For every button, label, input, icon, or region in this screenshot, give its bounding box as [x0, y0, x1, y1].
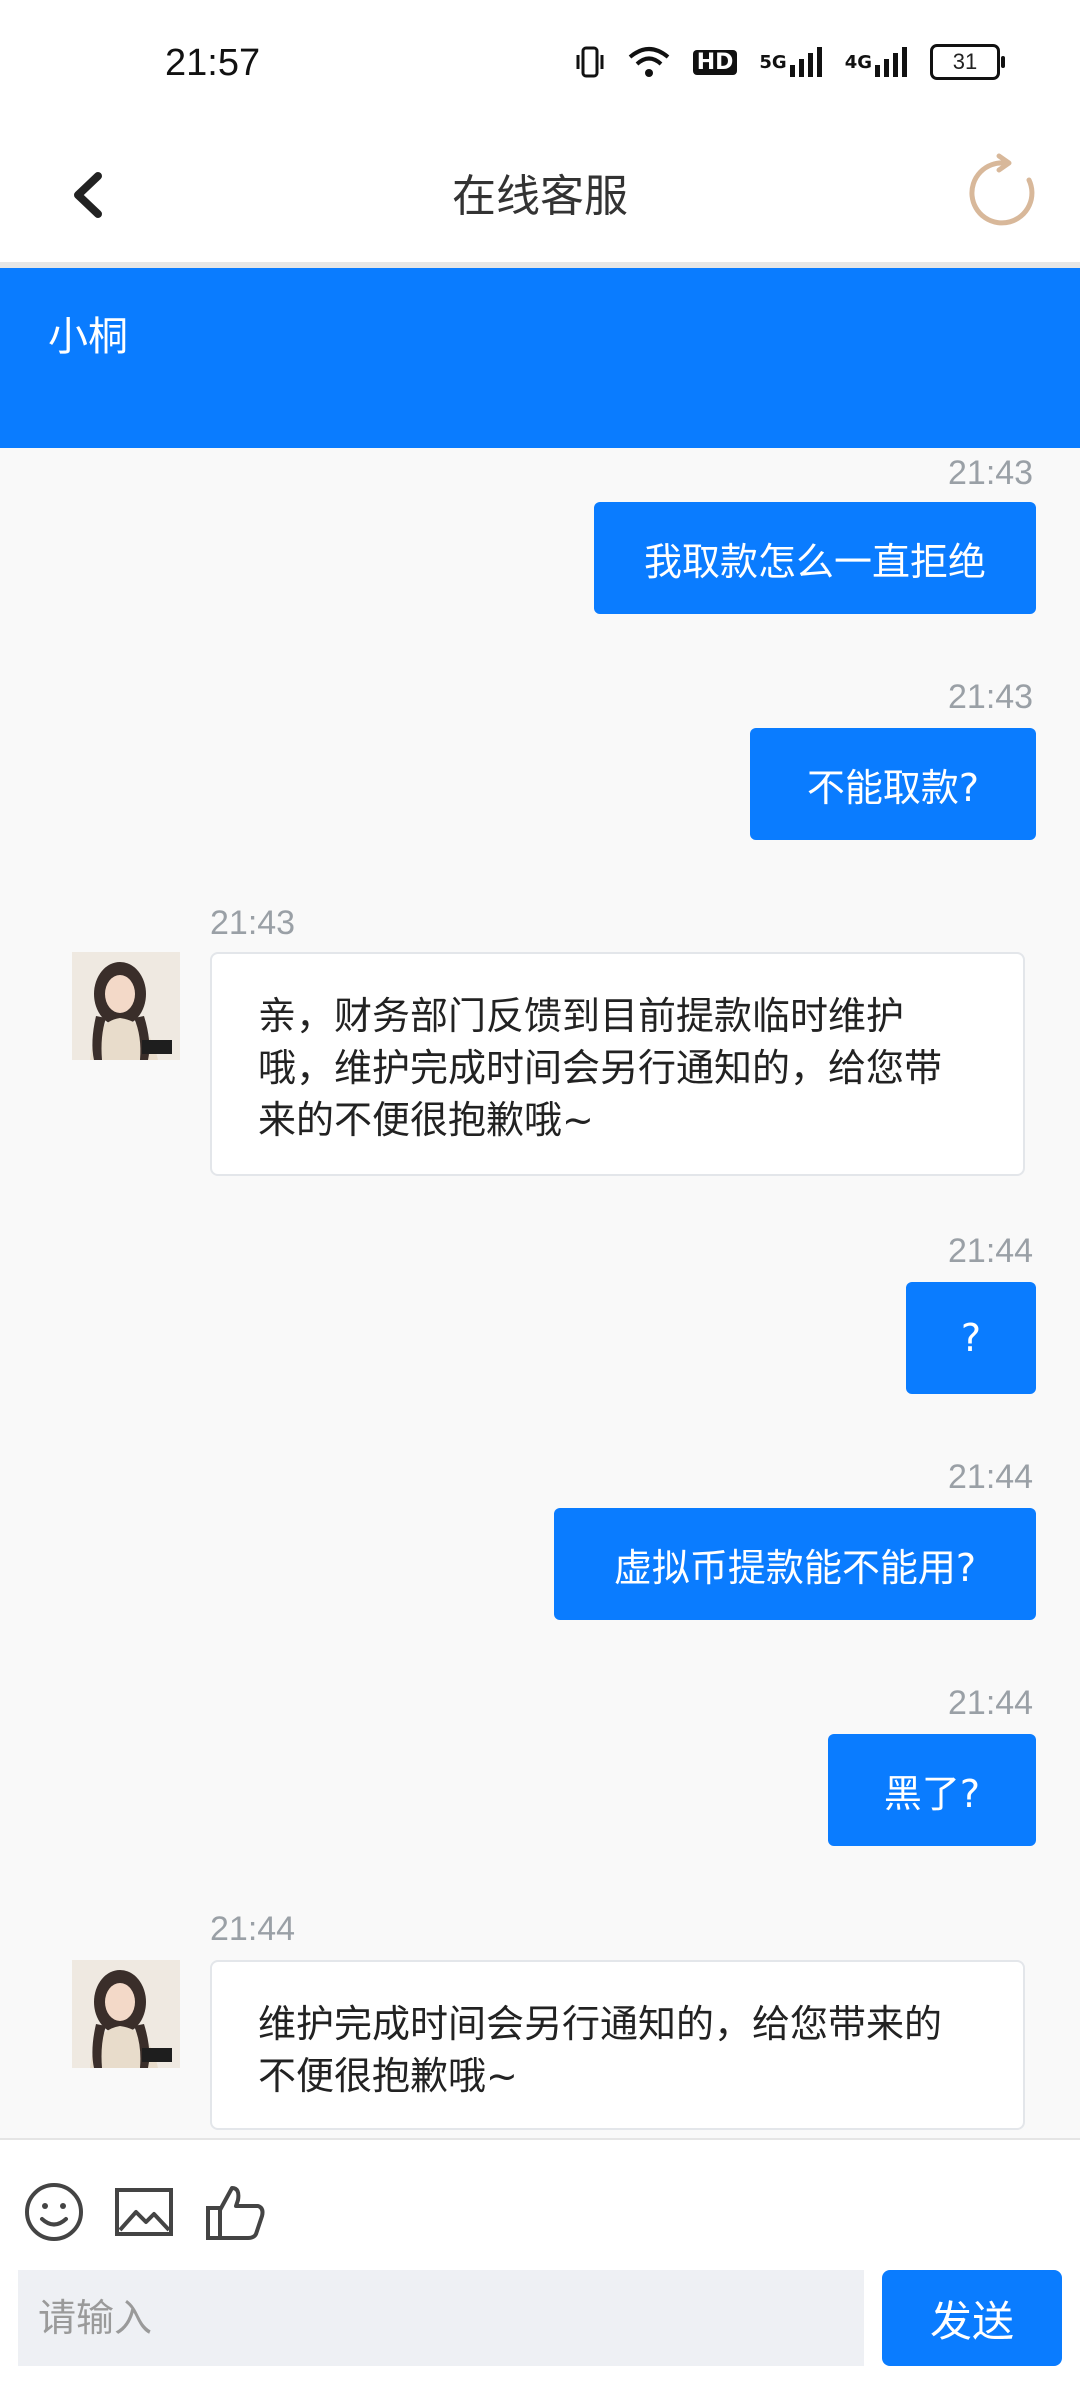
signal-5g-icon: 5G: [759, 45, 822, 79]
agent-name: 小桐: [48, 314, 128, 360]
composer: 发送: [0, 2138, 1080, 2402]
emoji-icon: [25, 2183, 83, 2241]
image-button[interactable]: [112, 2180, 176, 2244]
refresh-icon: [969, 153, 1035, 226]
message-time: 21:43: [210, 904, 296, 942]
message-line: 来的不便很抱歉哦~: [258, 1098, 594, 1142]
message-time: 21:44: [948, 1458, 1034, 1496]
status-icons: HD 5G 4G 31: [575, 44, 1005, 80]
message-line: 哦，维护完成时间会另行通知的，给您带: [258, 1046, 943, 1090]
message-time: 21:43: [948, 454, 1034, 492]
message-bubble[interactable]: 维护完成时间会另行通知的，给您带来的 不便很抱歉哦~: [210, 1960, 1025, 2130]
status-time: 21:57: [165, 42, 261, 84]
message-line: 亲，财务部门反馈到目前提款临时维护: [258, 994, 905, 1038]
message-line: 不便很抱歉哦~: [258, 2054, 518, 2098]
thumbs-up-icon: [206, 2186, 265, 2240]
status-bar: 21:57 HD 5G 4G 31: [0, 0, 1080, 130]
message-bubble[interactable]: 我取款怎么一直拒绝: [594, 502, 1036, 614]
network-5g-label: 5G: [759, 51, 787, 73]
agent-banner: 小桐: [0, 268, 1080, 448]
battery-level: 31: [952, 49, 978, 74]
network-4g-label: 4G: [844, 51, 872, 73]
message-time: 21:43: [948, 678, 1034, 716]
agent-avatar[interactable]: [72, 1960, 180, 2068]
wifi-icon: [627, 45, 671, 79]
message-bubble[interactable]: ?: [906, 1282, 1036, 1394]
message-time: 21:44: [210, 1910, 296, 1948]
vibrate-icon: [575, 45, 605, 79]
page-title: 在线客服: [452, 171, 628, 222]
refresh-button[interactable]: [963, 152, 1045, 234]
agent-avatar[interactable]: [72, 952, 180, 1060]
message-time: 21:44: [948, 1684, 1034, 1722]
like-button[interactable]: [204, 2180, 268, 2244]
message-input[interactable]: [18, 2270, 864, 2366]
signal-4g-icon: 4G: [845, 45, 908, 79]
message-bubble[interactable]: 亲，财务部门反馈到目前提款临时维护 哦，维护完成时间会另行通知的，给您带 来的不…: [210, 952, 1025, 1176]
message-bubble[interactable]: 不能取款?: [750, 728, 1036, 840]
hd-icon: HD: [692, 49, 738, 75]
message-bubble[interactable]: 黑了?: [828, 1734, 1036, 1846]
battery-icon: 31: [930, 44, 1005, 80]
message-time: 21:44: [948, 1232, 1034, 1270]
image-icon: [115, 2188, 173, 2236]
chat-area[interactable]: 21:43 我取款怎么一直拒绝 21:43 不能取款? 21:43 亲，财务部门…: [0, 448, 1080, 2138]
message-line: 维护完成时间会另行通知的，给您带来的: [258, 2002, 943, 2046]
message-bubble[interactable]: 虚拟币提款能不能用?: [554, 1508, 1036, 1620]
header-bar: 在线客服: [0, 130, 1080, 268]
send-button[interactable]: 发送: [882, 2270, 1062, 2366]
emoji-button[interactable]: [22, 2180, 86, 2244]
